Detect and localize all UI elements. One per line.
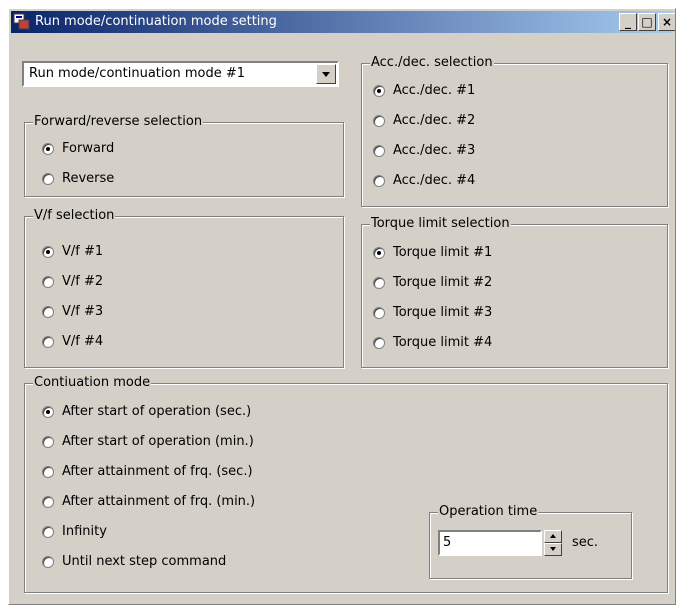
vf-group: V/f selection V/f #1 V/f #2 V/f #3 V/f #… <box>24 208 344 368</box>
radio-label: After start of operation (sec.) <box>62 404 252 419</box>
radio-label: Infinity <box>62 524 107 539</box>
minimize-button[interactable]: _ <box>619 13 637 31</box>
radio-unchecked-icon <box>373 307 385 319</box>
maximize-button[interactable]: □ <box>638 13 656 31</box>
mode-select-dropdown[interactable]: Run mode/continuation mode #1 <box>22 61 339 87</box>
radio-unchecked-icon <box>42 306 54 318</box>
radio-label: Reverse <box>62 171 115 186</box>
torque-limit-title: Torque limit selection <box>370 216 511 232</box>
radio-checked-icon <box>373 247 385 259</box>
radio-label: Acc./dec. #1 <box>393 83 476 98</box>
radio-label: V/f #2 <box>62 274 104 289</box>
operation-time-spinner[interactable] <box>544 530 562 556</box>
radio-checked-icon <box>42 246 54 258</box>
radio-label: Torque limit #3 <box>393 305 493 320</box>
radio-label: V/f #4 <box>62 334 104 349</box>
radio-label: Forward <box>62 141 115 156</box>
radio-checked-icon <box>42 406 54 418</box>
operation-time-group: Operation time 5 sec. <box>429 504 632 579</box>
radio-label: Until next step command <box>62 554 227 569</box>
acc-dec-title: Acc./dec. selection <box>370 55 494 71</box>
radio-unchecked-icon <box>373 337 385 349</box>
radio-unchecked-icon <box>42 436 54 448</box>
spin-up-icon[interactable] <box>544 530 562 543</box>
acc-dec-group: Acc./dec. selection Acc./dec. #1 Acc./de… <box>361 55 668 207</box>
radio-label: Torque limit #2 <box>393 275 493 290</box>
continuation-mode-group: Contiuation mode After start of operatio… <box>24 375 668 593</box>
radio-label: After attainment of frq. (sec.) <box>62 464 253 479</box>
spin-down-icon[interactable] <box>544 543 562 556</box>
radio-label: Torque limit #1 <box>393 245 493 260</box>
operation-time-unit: sec. <box>572 535 599 550</box>
torque-limit-group: Torque limit selection Torque limit #1 T… <box>361 216 668 368</box>
title-bar[interactable]: Run mode/continuation mode setting _ □ × <box>11 11 675 33</box>
radio-label: V/f #1 <box>62 244 104 259</box>
radio-label: Acc./dec. #2 <box>393 113 476 128</box>
radio-unchecked-icon <box>42 466 54 478</box>
radio-unchecked-icon <box>42 556 54 568</box>
radio-unchecked-icon <box>42 173 54 185</box>
continuation-mode-title: Contiuation mode <box>33 375 152 391</box>
mode-select-value: Run mode/continuation mode #1 <box>29 66 245 81</box>
app-icon <box>13 13 30 30</box>
radio-label: Acc./dec. #3 <box>393 143 476 158</box>
radio-unchecked-icon <box>42 336 54 348</box>
radio-unchecked-icon <box>42 276 54 288</box>
radio-unchecked-icon <box>42 496 54 508</box>
radio-label: After attainment of frq. (min.) <box>62 494 256 509</box>
radio-unchecked-icon <box>373 115 385 127</box>
operation-time-value: 5 <box>443 535 452 550</box>
radio-unchecked-icon <box>373 277 385 289</box>
radio-checked-icon <box>42 143 54 155</box>
radio-label: Acc./dec. #4 <box>393 173 476 188</box>
radio-label: After start of operation (min.) <box>62 434 254 449</box>
vf-title: V/f selection <box>33 208 116 224</box>
radio-unchecked-icon <box>373 175 385 187</box>
forward-reverse-group: Forward/reverse selection Forward Revers… <box>24 114 344 197</box>
radio-checked-icon <box>373 85 385 97</box>
close-button[interactable]: × <box>658 13 675 31</box>
operation-time-input[interactable]: 5 <box>438 530 542 556</box>
dialog-window: Run mode/continuation mode setting _ □ ×… <box>8 8 676 605</box>
operation-time-title: Operation time <box>438 504 539 520</box>
window-title: Run mode/continuation mode setting <box>35 14 277 29</box>
radio-unchecked-icon <box>42 526 54 538</box>
radio-label: Torque limit #4 <box>393 335 493 350</box>
radio-label: V/f #3 <box>62 304 104 319</box>
chevron-down-icon[interactable] <box>316 64 336 84</box>
radio-unchecked-icon <box>373 145 385 157</box>
forward-reverse-title: Forward/reverse selection <box>33 114 204 130</box>
